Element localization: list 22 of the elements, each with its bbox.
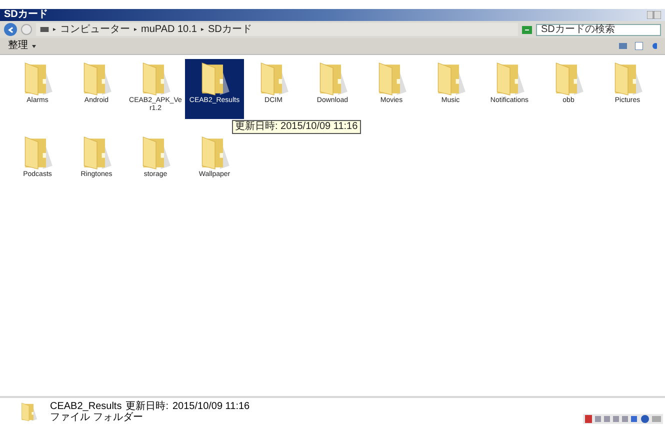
- drive-icon: [40, 27, 49, 32]
- back-button[interactable]: [4, 23, 17, 36]
- separator-icon: [200, 28, 204, 31]
- window-title: SDカード: [4, 10, 48, 20]
- separator-icon: [134, 28, 137, 31]
- search-field[interactable]: SDカードの検索: [536, 24, 661, 36]
- detail-name: CEAB2_Results: [50, 402, 122, 412]
- separator-icon: [53, 28, 56, 31]
- detail-modified-label: 更新日時:: [126, 402, 168, 412]
- breadcrumb[interactable]: muPAD 10.1: [141, 24, 197, 34]
- breadcrumb[interactable]: コンピューター: [60, 24, 130, 34]
- arrow-left-icon: [6, 26, 14, 34]
- breadcrumb[interactable]: SDカード: [208, 24, 252, 34]
- detail-modified: 2015/10/09 11:16: [172, 402, 250, 412]
- detail-type: ファイル フォルダー: [50, 412, 143, 422]
- address-bar[interactable]: コンピューター muPAD 10.1 SDカード: [36, 23, 518, 36]
- window-controls-icon[interactable]: [647, 11, 661, 19]
- tooltip: 更新日時: 2015/10/09 11:16: [232, 120, 361, 134]
- pane-icon[interactable]: [635, 42, 643, 50]
- folder-icon: [20, 402, 38, 422]
- forward-button[interactable]: [21, 24, 32, 35]
- organize-button[interactable]: 整理: [8, 41, 36, 51]
